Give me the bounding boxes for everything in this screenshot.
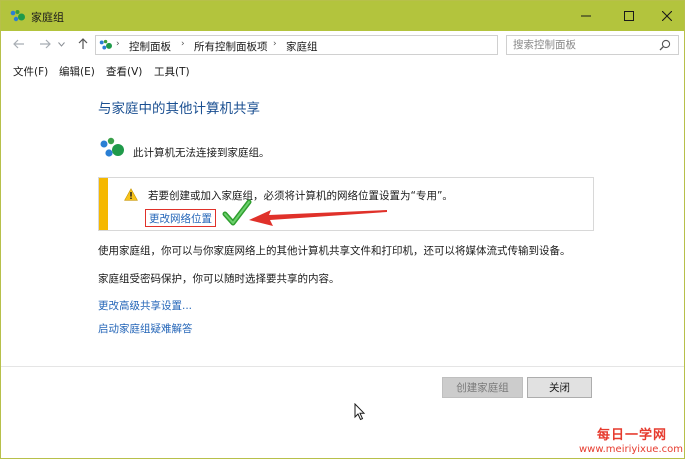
watermark: 每日一学网 www.meiriyixue.com xyxy=(573,424,684,458)
minimize-button[interactable] xyxy=(569,1,603,31)
menu-view[interactable]: 查看(V) xyxy=(106,64,142,79)
search-input[interactable] xyxy=(513,38,653,52)
breadcrumb-all-items[interactable]: 所有控制面板项 xyxy=(194,39,268,54)
back-button[interactable] xyxy=(11,36,27,52)
homegroup-icon xyxy=(10,10,25,22)
close-button[interactable]: 关闭 xyxy=(527,377,592,398)
checkmark-annotation-icon xyxy=(222,199,252,226)
up-button[interactable] xyxy=(75,36,91,52)
watermark-url: www.meiriyixue.com xyxy=(579,444,683,455)
homegroup-icon xyxy=(99,39,112,50)
close-icon xyxy=(662,11,672,21)
menu-edit[interactable]: 编辑(E) xyxy=(59,64,95,79)
change-network-location-link[interactable]: 更改网络位置 xyxy=(145,209,216,227)
menu-file[interactable]: 文件(F) xyxy=(13,64,48,79)
maximize-button[interactable] xyxy=(612,1,646,31)
advanced-sharing-settings-link[interactable]: 更改高级共享设置... xyxy=(98,298,192,313)
menu-tools[interactable]: 工具(T) xyxy=(154,64,190,79)
maximize-icon xyxy=(624,11,634,21)
breadcrumb-separator: › xyxy=(273,39,277,49)
warning-stripe xyxy=(99,178,108,230)
window-title: 家庭组 xyxy=(31,11,64,24)
homegroup-description: 使用家庭组，你可以与你家庭网络上的其他计算机共享文件和打印机，还可以将媒体流式传… xyxy=(98,245,571,257)
red-arrow-annotation-icon xyxy=(249,210,387,226)
footer-divider xyxy=(1,366,684,367)
forward-arrow-icon xyxy=(40,39,51,49)
homegroup-window: 家庭组 › 控制面板 › 所有控制面板项 › 家庭组 搜索控制面板 文件(F) … xyxy=(0,0,685,459)
breadcrumb-separator: › xyxy=(181,39,185,49)
menu-bar: 文件(F) 编辑(E) 查看(V) 工具(T) xyxy=(1,59,684,81)
minimize-icon xyxy=(581,15,591,17)
recent-locations-button[interactable] xyxy=(56,36,66,52)
close-window-button[interactable] xyxy=(650,1,684,31)
back-arrow-icon xyxy=(13,39,24,49)
homegroup-troubleshooter-link[interactable]: 启动家庭组疑难解答 xyxy=(98,321,193,336)
watermark-title: 每日一学网 xyxy=(596,428,667,443)
page-title: 与家庭中的其他计算机共享 xyxy=(98,101,260,117)
navigation-bar: › 控制面板 › 所有控制面板项 › 家庭组 xyxy=(1,31,684,59)
address-bar[interactable]: › 控制面板 › 所有控制面板项 › 家庭组 xyxy=(95,35,587,55)
title-bar[interactable]: 家庭组 xyxy=(1,1,684,31)
create-homegroup-button[interactable]: 创建家庭组 xyxy=(442,377,523,398)
search-icon[interactable] xyxy=(659,39,671,51)
search-box[interactable] xyxy=(506,35,679,55)
up-arrow-icon xyxy=(78,38,88,49)
chevron-down-icon xyxy=(57,41,65,47)
password-protection-note: 家庭组受密码保护，你可以随时选择要共享的内容。 xyxy=(98,273,340,285)
breadcrumb-homegroup[interactable]: 家庭组 xyxy=(286,39,318,54)
breadcrumb-control-panel[interactable]: 控制面板 xyxy=(129,39,171,54)
warning-icon xyxy=(124,188,138,201)
forward-button[interactable] xyxy=(37,36,53,52)
homegroup-icon xyxy=(100,137,124,157)
status-message: 此计算机无法连接到家庭组。 xyxy=(133,147,270,159)
warning-message: 若要创建或加入家庭组，必须将计算机的网络位置设置为“专用”。 xyxy=(148,190,453,202)
mouse-cursor-icon xyxy=(354,403,366,421)
breadcrumb-separator: › xyxy=(116,39,120,49)
